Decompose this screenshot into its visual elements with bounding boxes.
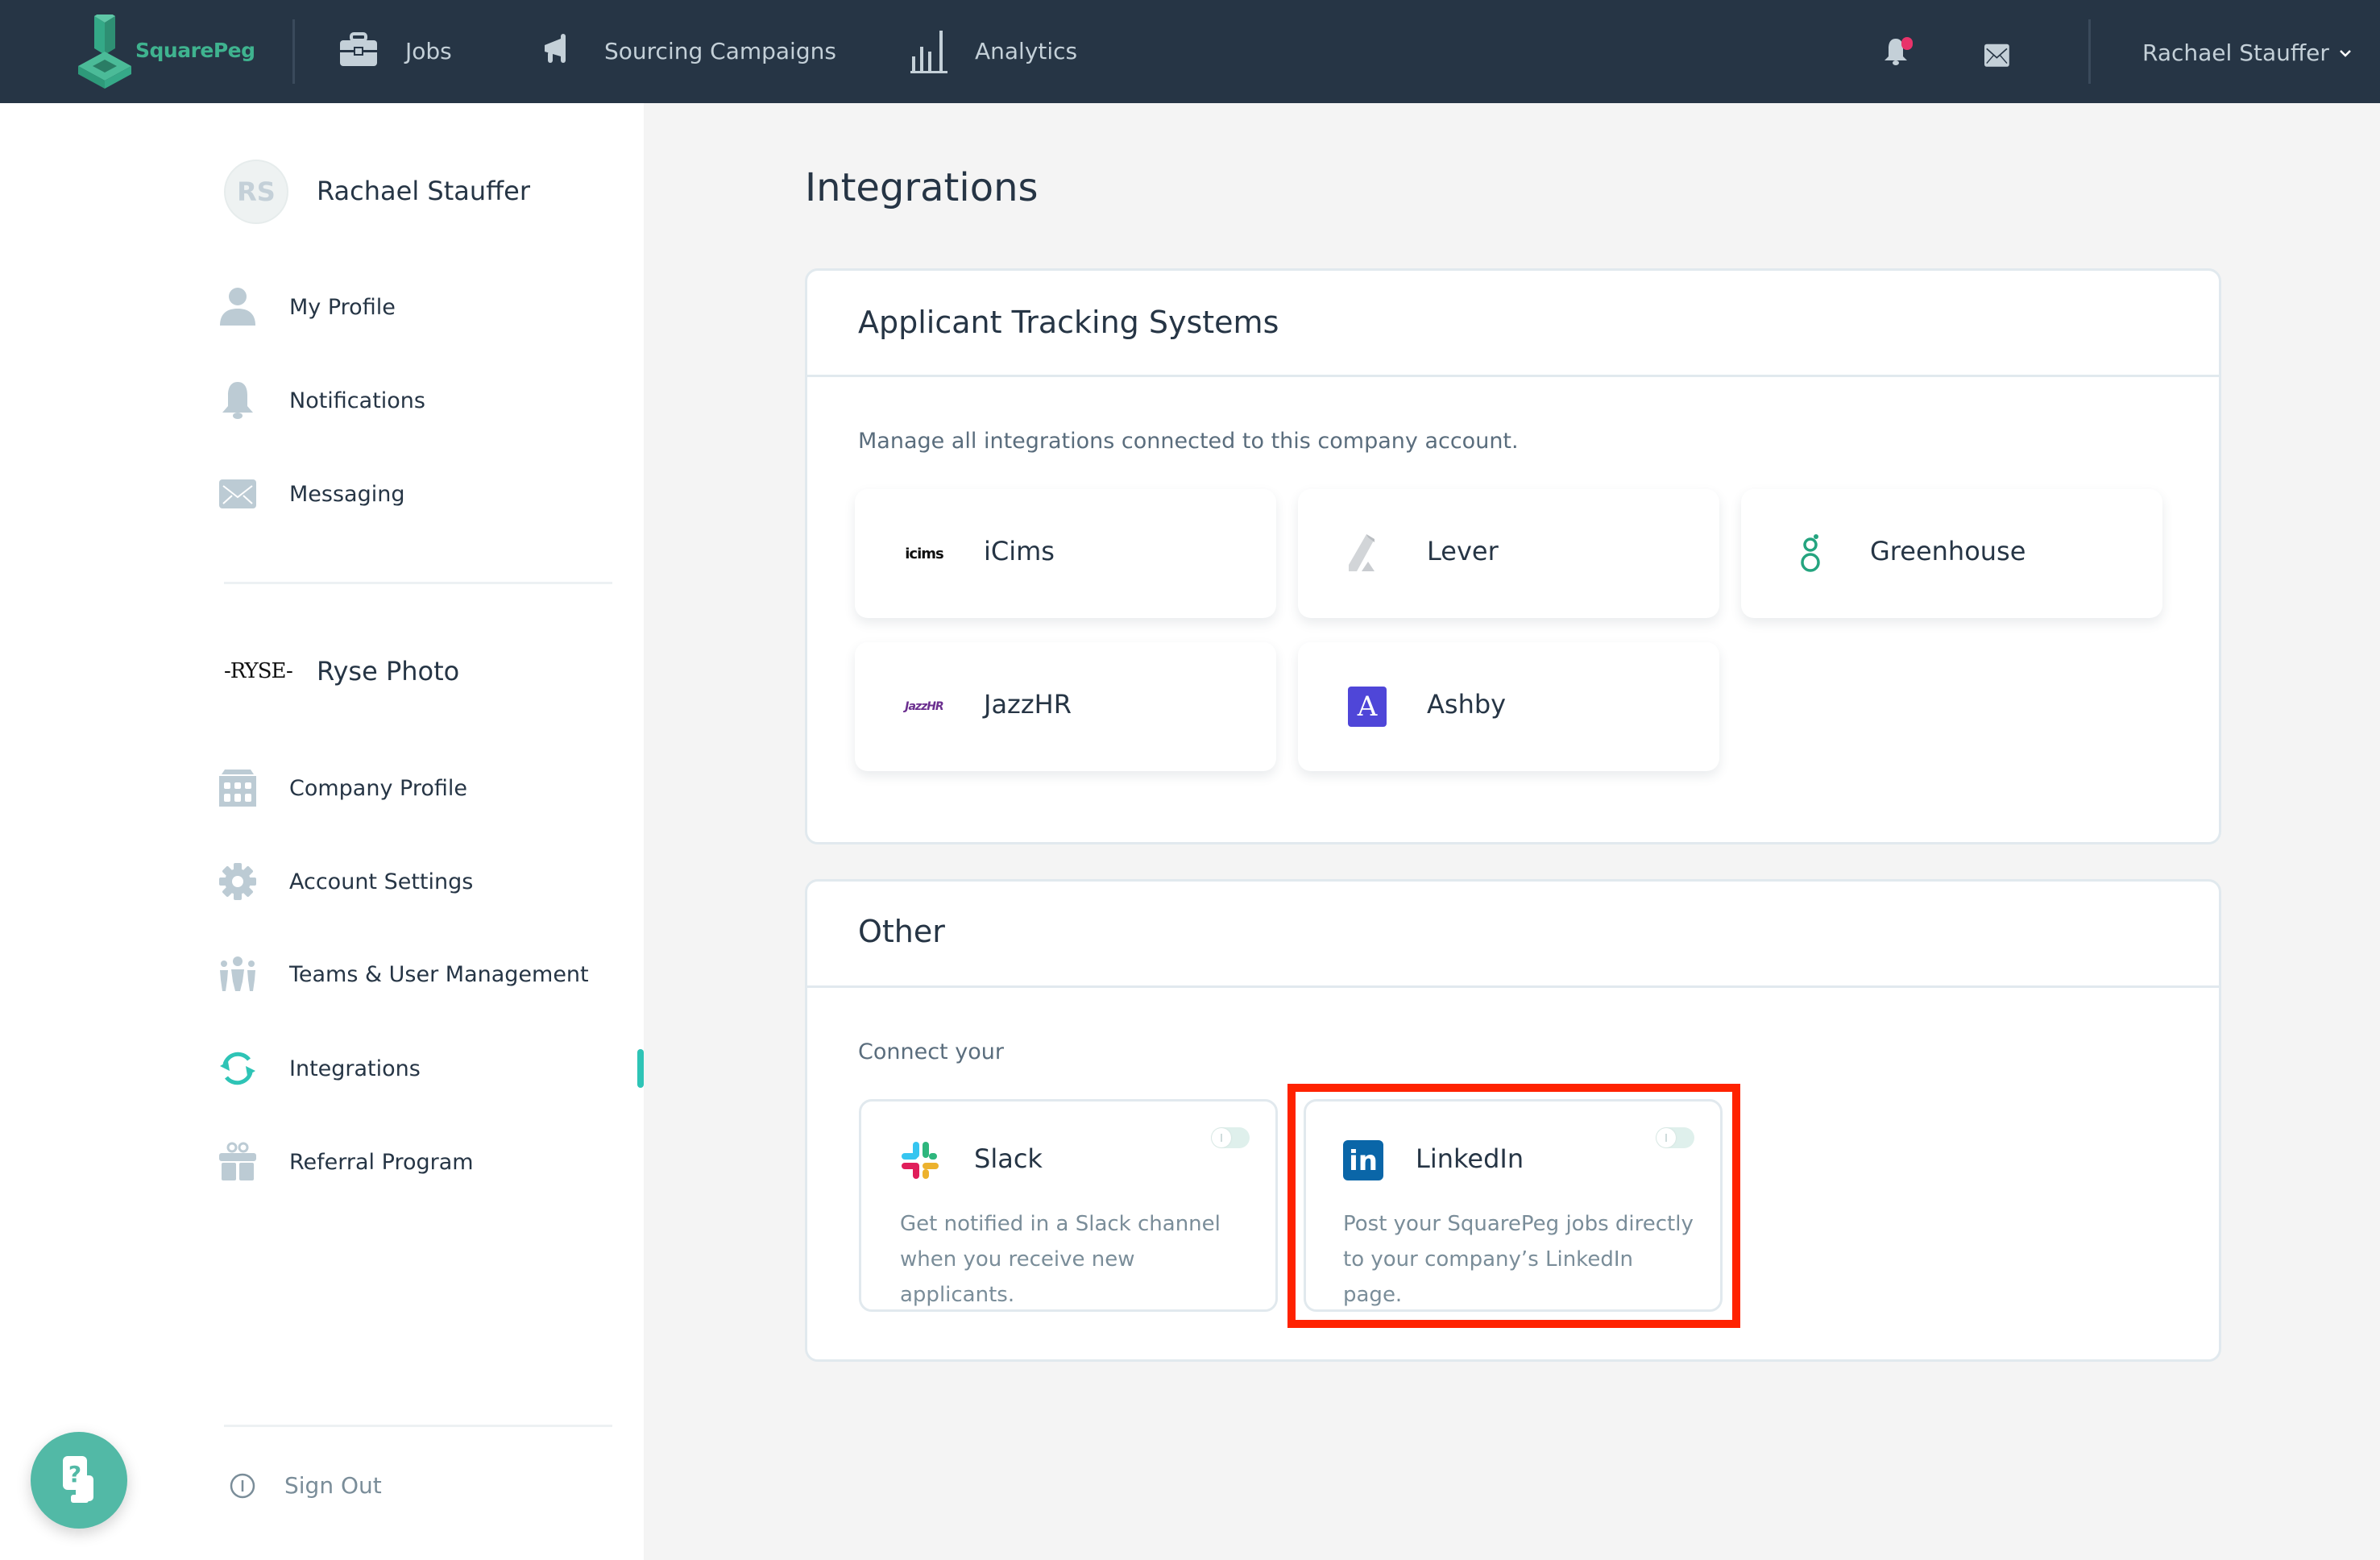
top-navigation-bar: SquarePeg Jobs Sourcing Campaigns Analyt… bbox=[0, 0, 2380, 103]
sidebar-label: My Profile bbox=[289, 294, 396, 320]
other-section-header: Other bbox=[807, 882, 2219, 988]
user-menu[interactable]: Rachael Stauffer bbox=[2140, 32, 2357, 74]
messages-button[interactable] bbox=[1979, 37, 2009, 67]
sidebar-label: Integrations bbox=[289, 1056, 421, 1081]
nav-label-jobs: Jobs bbox=[405, 38, 452, 64]
notification-badge bbox=[1901, 37, 1913, 50]
help-chat-icon: ? bbox=[63, 1456, 93, 1503]
sync-icon bbox=[218, 1048, 258, 1089]
linkedin-logo-icon: in bbox=[1343, 1140, 1383, 1180]
sidebar-label: Account Settings bbox=[289, 869, 474, 894]
app-description: Get notified in a Slack channel when you… bbox=[900, 1212, 1221, 1307]
integration-tile-icims[interactable]: icims iCims bbox=[855, 489, 1276, 618]
app-card-linkedin: in LinkedIn Post your SquarePeg jobs dir… bbox=[1304, 1099, 1723, 1312]
integration-name: Greenhouse bbox=[1870, 536, 2026, 566]
sidebar-label: Notifications bbox=[289, 388, 425, 413]
ats-section-card: Applicant Tracking Systems Manage all in… bbox=[805, 268, 2221, 844]
notifications-button[interactable] bbox=[1877, 31, 1918, 73]
lever-logo-icon bbox=[1343, 529, 1391, 578]
sidebar-label: Teams & User Management bbox=[289, 961, 589, 987]
nav-label-analytics: Analytics bbox=[975, 38, 1078, 64]
team-icon bbox=[218, 954, 258, 994]
integration-tile-greenhouse[interactable]: Greenhouse bbox=[1741, 489, 2162, 618]
integration-name: JazzHR bbox=[984, 689, 1072, 720]
integration-name: Ashby bbox=[1427, 689, 1507, 720]
sidebar-item-notifications[interactable]: Notifications bbox=[218, 372, 620, 429]
jazzhr-logo-icon: JazzHR bbox=[905, 700, 943, 713]
envelope-icon bbox=[218, 474, 258, 514]
user-icon bbox=[218, 287, 258, 327]
power-icon bbox=[230, 1473, 255, 1499]
sidebar-item-teams-user-management[interactable]: Teams & User Management bbox=[218, 946, 620, 1002]
greenhouse-logo-icon bbox=[1786, 529, 1835, 578]
app-name: Slack bbox=[974, 1143, 1043, 1174]
ashby-logo-icon: A bbox=[1343, 682, 1391, 731]
integration-tile-lever[interactable]: Lever bbox=[1298, 489, 1719, 618]
building-icon bbox=[218, 768, 258, 808]
nav-item-analytics[interactable]: Analytics bbox=[909, 19, 1094, 79]
company-header: -RYSE- Ryse Photo bbox=[224, 645, 627, 701]
slack-toggle[interactable] bbox=[1211, 1127, 1250, 1148]
squarepeg-logo[interactable]: SquarePeg bbox=[77, 15, 255, 89]
user-header: RS Rachael Stauffer bbox=[224, 160, 627, 224]
user-display-name: Rachael Stauffer bbox=[317, 176, 531, 206]
sign-out-label: Sign Out bbox=[284, 1472, 382, 1499]
nav-item-sourcing-campaigns[interactable]: Sourcing Campaigns bbox=[541, 24, 836, 79]
active-indicator bbox=[637, 1049, 644, 1088]
gift-icon bbox=[218, 1142, 258, 1182]
toggle-knob bbox=[1656, 1128, 1676, 1147]
user-divider bbox=[2088, 19, 2091, 84]
company-logo: -RYSE- bbox=[224, 659, 293, 683]
slack-logo-icon bbox=[902, 1142, 939, 1179]
app-card-slack: Slack Get notified in a Slack channel wh… bbox=[859, 1099, 1278, 1312]
other-section-title: Other bbox=[858, 914, 945, 949]
briefcase-icon bbox=[340, 32, 377, 66]
chevron-down-icon bbox=[2340, 50, 2351, 57]
other-section-description: Connect your bbox=[858, 1039, 1004, 1064]
sidebar-bottom-divider bbox=[224, 1425, 612, 1427]
avatar: RS bbox=[224, 160, 288, 224]
settings-sidebar: RS Rachael Stauffer My Profile Notificat… bbox=[0, 103, 644, 1560]
company-name: Ryse Photo bbox=[317, 656, 460, 687]
sidebar-item-referral-program[interactable]: Referral Program bbox=[218, 1134, 620, 1190]
avatar-initials: RS bbox=[237, 176, 276, 207]
gear-icon bbox=[218, 861, 258, 902]
sidebar-label: Referral Program bbox=[289, 1149, 474, 1175]
integration-tile-ashby[interactable]: A Ashby bbox=[1298, 642, 1719, 771]
sidebar-item-integrations[interactable]: Integrations bbox=[218, 1040, 620, 1097]
sidebar-item-messaging[interactable]: Messaging bbox=[218, 466, 620, 522]
app-description: Post your SquarePeg jobs directly to you… bbox=[1343, 1212, 1694, 1307]
other-section-card: Other Connect your Slack Get notified in… bbox=[805, 879, 2221, 1362]
brand-name: SquarePeg bbox=[135, 39, 255, 62]
sidebar-label: Company Profile bbox=[289, 775, 467, 801]
envelope-icon bbox=[1984, 44, 2009, 67]
nav-label-sourcing-campaigns: Sourcing Campaigns bbox=[604, 38, 836, 64]
ats-section-description: Manage all integrations connected to thi… bbox=[858, 429, 1519, 454]
page-title: Integrations bbox=[805, 165, 1039, 210]
integration-name: iCims bbox=[984, 536, 1055, 566]
sidebar-item-account-settings[interactable]: Account Settings bbox=[218, 853, 620, 910]
bell-icon bbox=[218, 380, 258, 421]
sidebar-item-my-profile[interactable]: My Profile bbox=[218, 279, 620, 335]
squarepeg-logo-icon bbox=[78, 15, 131, 89]
help-chat-button[interactable]: ? bbox=[31, 1432, 127, 1529]
megaphone-icon bbox=[545, 34, 566, 63]
icims-logo-icon: icims bbox=[905, 545, 943, 562]
sidebar-divider bbox=[224, 582, 612, 584]
sign-out-button[interactable]: Sign Out bbox=[229, 1468, 390, 1504]
ats-section-title: Applicant Tracking Systems bbox=[858, 305, 1279, 340]
bar-chart-icon bbox=[910, 31, 947, 73]
toggle-knob bbox=[1212, 1128, 1231, 1147]
sidebar-item-company-profile[interactable]: Company Profile bbox=[218, 760, 620, 816]
app-name: LinkedIn bbox=[1416, 1143, 1524, 1174]
nav-item-jobs[interactable]: Jobs bbox=[338, 24, 467, 79]
sidebar-label: Messaging bbox=[289, 481, 405, 507]
linkedin-toggle[interactable] bbox=[1656, 1127, 1694, 1148]
ats-section-header: Applicant Tracking Systems bbox=[807, 271, 2219, 377]
user-menu-name: Rachael Stauffer bbox=[2142, 39, 2329, 66]
svg-text:?: ? bbox=[68, 1461, 81, 1487]
integration-tile-jazzhr[interactable]: JazzHR JazzHR bbox=[855, 642, 1276, 771]
nav-divider bbox=[292, 19, 295, 84]
integration-name: Lever bbox=[1427, 536, 1499, 566]
